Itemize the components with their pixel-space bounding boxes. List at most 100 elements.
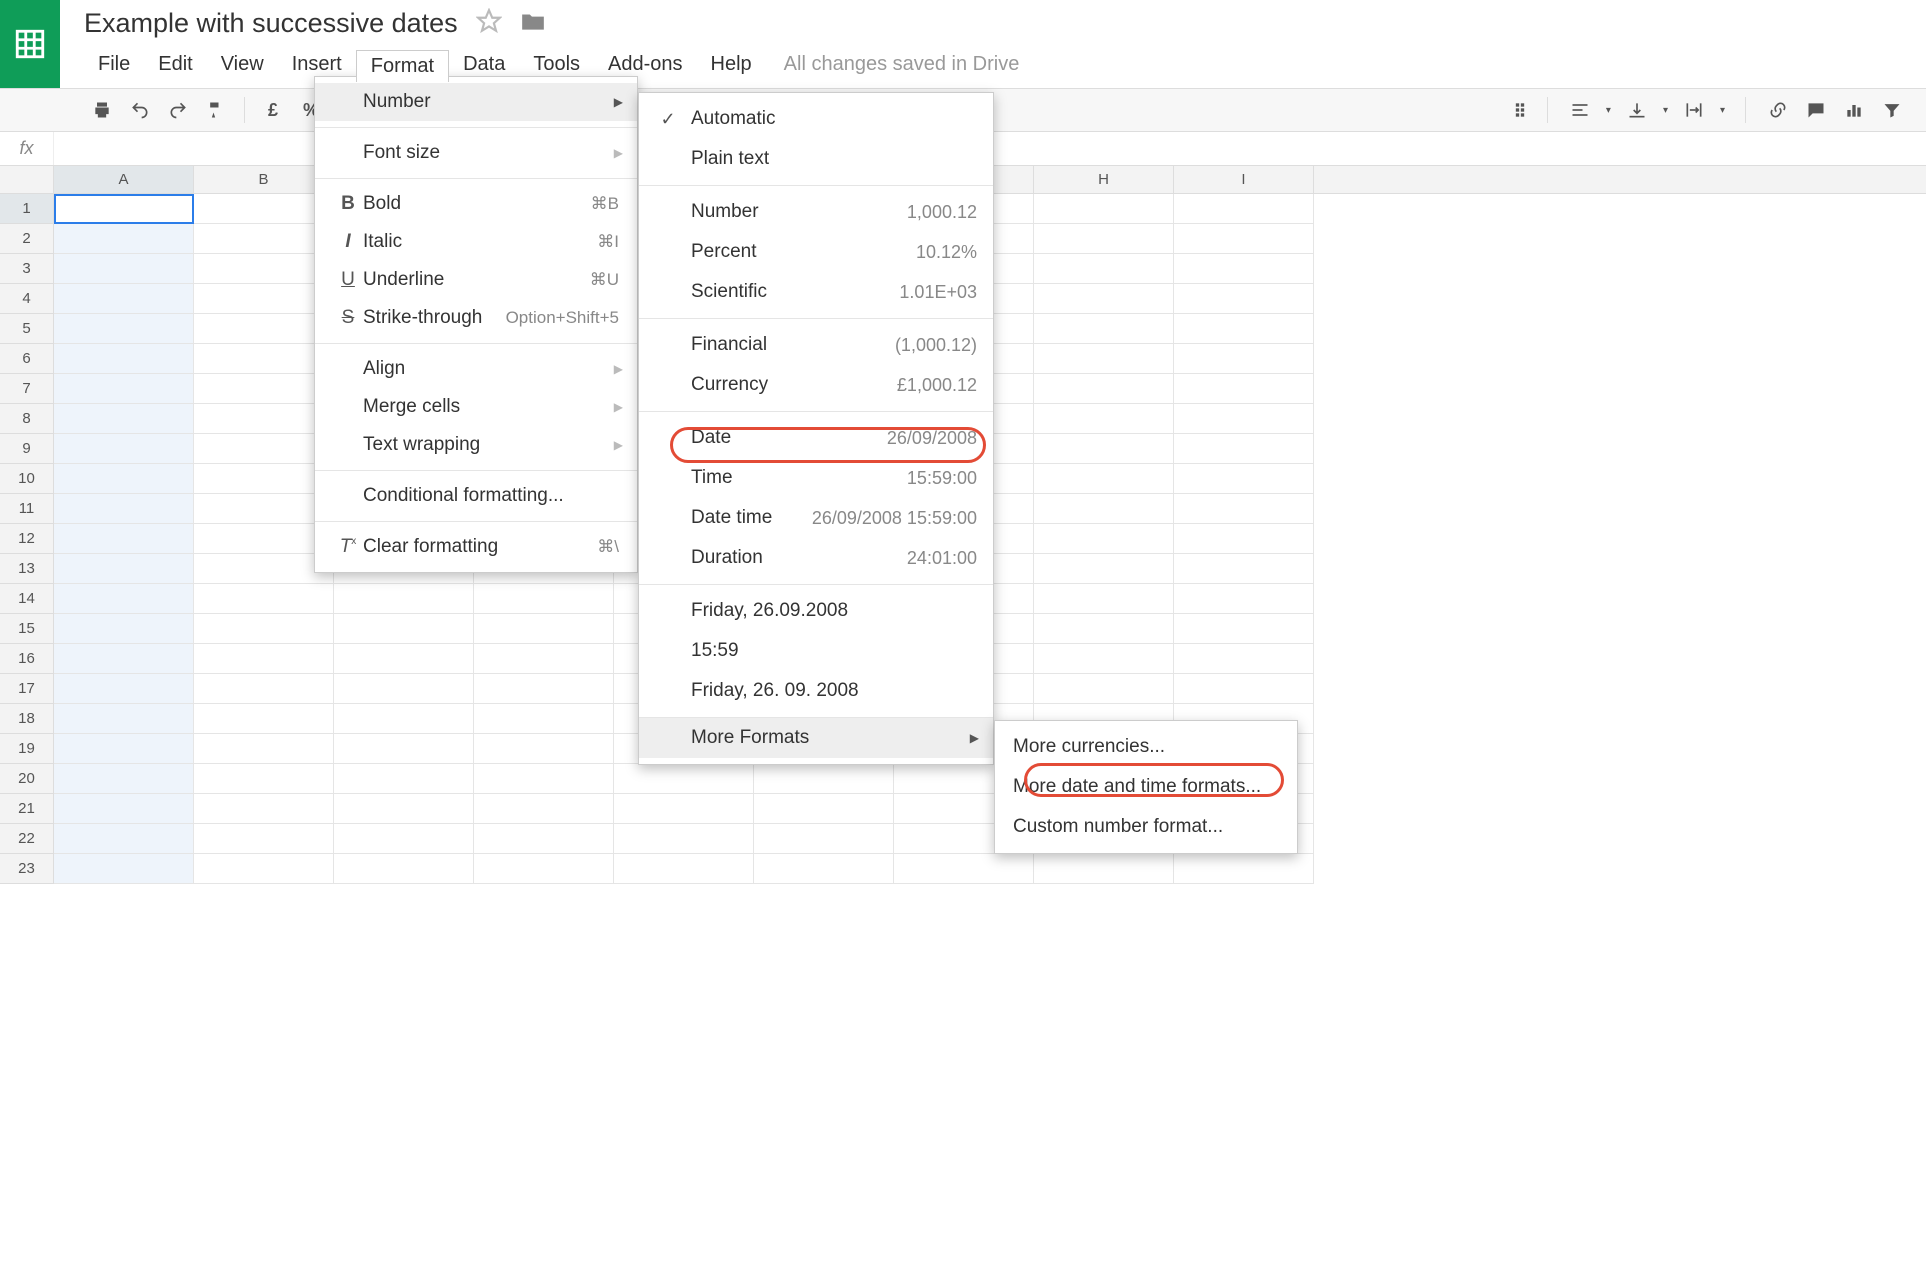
row-header-21[interactable]: 21 bbox=[0, 794, 54, 824]
cell-H16[interactable] bbox=[1034, 644, 1174, 674]
numfmt-number[interactable]: Number1,000.12 bbox=[639, 192, 993, 232]
cell-E20[interactable] bbox=[614, 764, 754, 794]
cell-A22[interactable] bbox=[54, 824, 194, 854]
cell-I12[interactable] bbox=[1174, 524, 1314, 554]
numfmt-more-formats[interactable]: More Formats▶ bbox=[639, 718, 993, 758]
cell-A1[interactable] bbox=[54, 194, 194, 224]
cell-D14[interactable] bbox=[474, 584, 614, 614]
format-conditional[interactable]: Conditional formatting... bbox=[315, 477, 637, 515]
menu-help[interactable]: Help bbox=[697, 49, 766, 81]
redo-icon[interactable] bbox=[166, 98, 190, 122]
menu-format[interactable]: Format bbox=[356, 50, 449, 82]
row-header-13[interactable]: 13 bbox=[0, 554, 54, 584]
cell-G23[interactable] bbox=[894, 854, 1034, 884]
cell-H2[interactable] bbox=[1034, 224, 1174, 254]
cell-I7[interactable] bbox=[1174, 374, 1314, 404]
numfmt-time[interactable]: Time15:59:00 bbox=[639, 458, 993, 498]
row-header-7[interactable]: 7 bbox=[0, 374, 54, 404]
more-toolbar-icon[interactable] bbox=[1513, 98, 1527, 122]
row-header-6[interactable]: 6 bbox=[0, 344, 54, 374]
cell-B6[interactable] bbox=[194, 344, 334, 374]
cell-B3[interactable] bbox=[194, 254, 334, 284]
cell-H1[interactable] bbox=[1034, 194, 1174, 224]
cell-H9[interactable] bbox=[1034, 434, 1174, 464]
cell-D23[interactable] bbox=[474, 854, 614, 884]
cell-I10[interactable] bbox=[1174, 464, 1314, 494]
cell-C14[interactable] bbox=[334, 584, 474, 614]
chart-icon[interactable] bbox=[1842, 98, 1866, 122]
format-underline[interactable]: UUnderline⌘U bbox=[315, 261, 637, 299]
cell-H14[interactable] bbox=[1034, 584, 1174, 614]
cell-E23[interactable] bbox=[614, 854, 754, 884]
folder-icon[interactable] bbox=[520, 8, 546, 39]
cell-A3[interactable] bbox=[54, 254, 194, 284]
numfmt-date[interactable]: Date26/09/2008 bbox=[639, 418, 993, 458]
cell-C17[interactable] bbox=[334, 674, 474, 704]
row-header-2[interactable]: 2 bbox=[0, 224, 54, 254]
cell-A9[interactable] bbox=[54, 434, 194, 464]
cell-H11[interactable] bbox=[1034, 494, 1174, 524]
cell-H4[interactable] bbox=[1034, 284, 1174, 314]
cell-A8[interactable] bbox=[54, 404, 194, 434]
row-header-5[interactable]: 5 bbox=[0, 314, 54, 344]
cell-I9[interactable] bbox=[1174, 434, 1314, 464]
column-header-I[interactable]: I bbox=[1174, 166, 1314, 193]
star-icon[interactable] bbox=[476, 8, 502, 39]
cell-H5[interactable] bbox=[1034, 314, 1174, 344]
numfmt-automatic[interactable]: ✓Automatic bbox=[639, 99, 993, 139]
cell-H12[interactable] bbox=[1034, 524, 1174, 554]
comment-icon[interactable] bbox=[1804, 98, 1828, 122]
cell-A6[interactable] bbox=[54, 344, 194, 374]
more-date-time-formats[interactable]: More date and time formats... bbox=[995, 767, 1297, 807]
format-wrap[interactable]: Text wrapping▶ bbox=[315, 426, 637, 464]
cell-D15[interactable] bbox=[474, 614, 614, 644]
numfmt-datetime[interactable]: Date time26/09/2008 15:59:00 bbox=[639, 498, 993, 538]
cell-B4[interactable] bbox=[194, 284, 334, 314]
row-header-10[interactable]: 10 bbox=[0, 464, 54, 494]
cell-E21[interactable] bbox=[614, 794, 754, 824]
row-header-11[interactable]: 11 bbox=[0, 494, 54, 524]
cell-B21[interactable] bbox=[194, 794, 334, 824]
cell-C21[interactable] bbox=[334, 794, 474, 824]
cell-D21[interactable] bbox=[474, 794, 614, 824]
format-bold[interactable]: BBold⌘B bbox=[315, 185, 637, 223]
format-number[interactable]: Number▶ bbox=[315, 83, 637, 121]
cell-H7[interactable] bbox=[1034, 374, 1174, 404]
cell-B16[interactable] bbox=[194, 644, 334, 674]
link-icon[interactable] bbox=[1766, 98, 1790, 122]
cell-C18[interactable] bbox=[334, 704, 474, 734]
cell-A19[interactable] bbox=[54, 734, 194, 764]
print-icon[interactable] bbox=[90, 98, 114, 122]
numfmt-scientific[interactable]: Scientific1.01E+03 bbox=[639, 272, 993, 312]
undo-icon[interactable] bbox=[128, 98, 152, 122]
cell-I3[interactable] bbox=[1174, 254, 1314, 284]
column-header-H[interactable]: H bbox=[1034, 166, 1174, 193]
cell-B8[interactable] bbox=[194, 404, 334, 434]
cell-D20[interactable] bbox=[474, 764, 614, 794]
cell-F22[interactable] bbox=[754, 824, 894, 854]
numfmt-custom1[interactable]: Friday, 26.09.2008 bbox=[639, 591, 993, 631]
cell-A10[interactable] bbox=[54, 464, 194, 494]
numfmt-custom2[interactable]: 15:59 bbox=[639, 631, 993, 671]
more-currencies[interactable]: More currencies... bbox=[995, 727, 1297, 767]
numfmt-currency[interactable]: Currency£1,000.12 bbox=[639, 365, 993, 405]
cell-I17[interactable] bbox=[1174, 674, 1314, 704]
document-title[interactable]: Example with successive dates bbox=[84, 8, 458, 39]
cell-I14[interactable] bbox=[1174, 584, 1314, 614]
cell-A7[interactable] bbox=[54, 374, 194, 404]
row-header-15[interactable]: 15 bbox=[0, 614, 54, 644]
row-header-18[interactable]: 18 bbox=[0, 704, 54, 734]
cell-I13[interactable] bbox=[1174, 554, 1314, 584]
cell-B23[interactable] bbox=[194, 854, 334, 884]
cell-H6[interactable] bbox=[1034, 344, 1174, 374]
cell-A20[interactable] bbox=[54, 764, 194, 794]
cell-B20[interactable] bbox=[194, 764, 334, 794]
halign-icon[interactable] bbox=[1568, 98, 1592, 122]
valign-icon[interactable] bbox=[1625, 98, 1649, 122]
row-header-19[interactable]: 19 bbox=[0, 734, 54, 764]
numfmt-plain[interactable]: Plain text bbox=[639, 139, 993, 179]
cell-D16[interactable] bbox=[474, 644, 614, 674]
column-header-A[interactable]: A bbox=[54, 166, 194, 193]
cell-I2[interactable] bbox=[1174, 224, 1314, 254]
numfmt-custom3[interactable]: Friday, 26. 09. 2008 bbox=[639, 671, 993, 711]
